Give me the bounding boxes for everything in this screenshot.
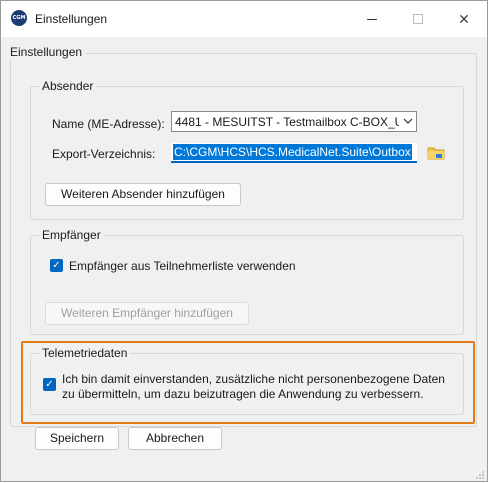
maximize-button[interactable] — [395, 1, 441, 37]
name-label: Name (ME-Adresse): — [52, 117, 165, 131]
settings-group-legend: Einstellungen — [10, 45, 86, 59]
export-path-input[interactable]: C:\CGM\HCS\HCS.MedicalNet.Suite\Outbox — [171, 143, 417, 163]
resize-grip-icon[interactable] — [475, 469, 485, 479]
close-icon: ✕ — [458, 11, 470, 27]
sender-select-value: 4481 - MESUITST - Testmailbox C-BOX_UNI — [175, 115, 399, 129]
window-title: Einstellungen — [35, 12, 108, 26]
export-path-value: C:\CGM\HCS\HCS.MedicalNet.Suite\Outbox — [173, 144, 412, 160]
settings-window: CGM Einstellungen ✕ Einstellungen Absend… — [0, 0, 488, 482]
minimize-icon — [367, 19, 377, 20]
save-button[interactable]: Speichern — [35, 427, 119, 450]
title-bar: CGM Einstellungen ✕ — [1, 1, 487, 37]
add-recipient-button[interactable]: Weiteren Empfänger hinzufügen — [45, 302, 249, 325]
folder-icon[interactable] — [427, 145, 445, 161]
minimize-button[interactable] — [349, 1, 395, 37]
app-logo-icon: CGM — [11, 10, 27, 26]
chevron-down-icon — [403, 114, 413, 131]
use-participant-list-label: Empfänger aus Teilnehmerliste verwenden — [69, 259, 296, 273]
maximize-icon — [413, 14, 423, 24]
export-label: Export-Verzeichnis: — [52, 147, 156, 161]
sender-select[interactable]: 4481 - MESUITST - Testmailbox C-BOX_UNI — [171, 111, 417, 132]
add-sender-button[interactable]: Weiteren Absender hinzufügen — [45, 183, 241, 206]
check-icon: ✓ — [52, 260, 61, 271]
use-participant-list-checkbox[interactable]: ✓ — [50, 259, 63, 272]
empfaenger-legend: Empfänger — [39, 228, 104, 242]
close-button[interactable]: ✕ — [441, 1, 487, 37]
cancel-button[interactable]: Abbrechen — [128, 427, 222, 450]
telemetry-highlight-frame — [21, 341, 475, 424]
absender-legend: Absender — [39, 79, 97, 93]
